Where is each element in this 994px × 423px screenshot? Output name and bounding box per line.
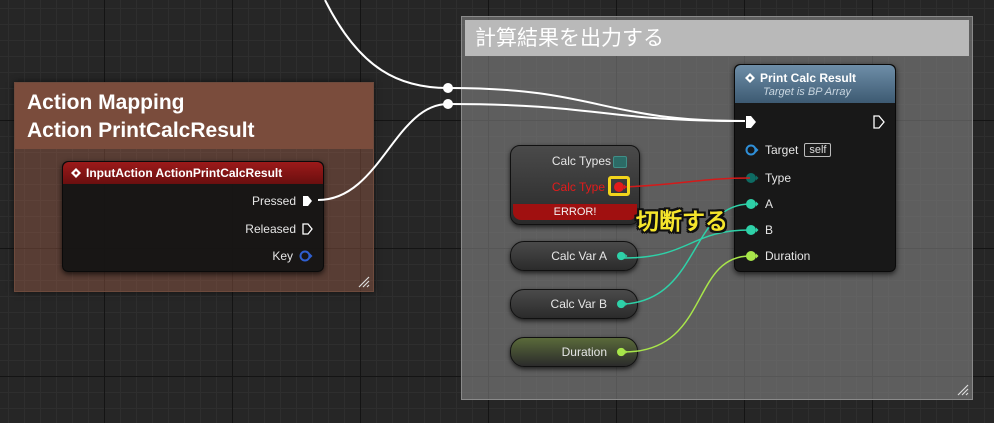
- exec-pin-empty-icon[interactable]: [302, 223, 313, 235]
- var-node-label: Duration: [561, 345, 607, 359]
- pin-type[interactable]: Type: [745, 171, 791, 185]
- calc-type-pin-label: Calc Type: [551, 180, 605, 194]
- int-pin-icon[interactable]: [615, 299, 629, 309]
- error-banner: ERROR!: [513, 204, 637, 220]
- int-pin-icon[interactable]: [745, 224, 759, 236]
- pin-a[interactable]: A: [745, 197, 773, 211]
- float-pin-icon[interactable]: [745, 250, 759, 262]
- print-node-title-label: Print Calc Result: [760, 70, 857, 85]
- print-node-title[interactable]: Print Calc Result Target is BP Array: [735, 65, 895, 103]
- input-action-node[interactable]: InputAction ActionPrintCalcResult Presse…: [62, 161, 324, 272]
- pin-target[interactable]: Target self: [745, 143, 832, 157]
- input-action-node-title[interactable]: InputAction ActionPrintCalcResult: [63, 162, 323, 184]
- exec-pin-filled-icon[interactable]: [302, 195, 313, 207]
- target-default-value[interactable]: self: [804, 143, 832, 157]
- var-node-duration[interactable]: Duration: [510, 337, 638, 367]
- print-node-subtitle: Target is BP Array: [763, 85, 852, 98]
- var-node-label: Calc Var B: [550, 297, 607, 311]
- resize-grip-icon[interactable]: [358, 276, 370, 288]
- struct-pin-icon[interactable]: [299, 250, 313, 262]
- pin-b[interactable]: B: [745, 223, 773, 237]
- reroute-knot-1[interactable]: [443, 83, 453, 93]
- exec-input-pin-icon[interactable]: [745, 115, 757, 129]
- event-diamond-icon: [71, 168, 81, 178]
- function-diamond-icon: [745, 72, 755, 83]
- enum-variable-icon: [613, 156, 627, 168]
- pin-b-label: B: [765, 223, 774, 237]
- comment-header[interactable]: 計算結果を出力する: [465, 20, 969, 56]
- pin-released[interactable]: Released: [245, 222, 313, 236]
- annotation-label: 切断する: [636, 209, 728, 235]
- int-pin-icon[interactable]: [745, 198, 759, 210]
- comment-header[interactable]: Action Mapping Action PrintCalcResult: [15, 83, 373, 149]
- pin-released-label: Released: [245, 222, 296, 236]
- comment-title-line1: Action Mapping: [27, 91, 185, 114]
- var-node-calc-var-b[interactable]: Calc Var B: [510, 289, 638, 319]
- highlight-box: [608, 176, 630, 196]
- var-node-calc-var-a[interactable]: Calc Var A: [510, 241, 638, 271]
- var-node-label: Calc Var A: [551, 249, 607, 263]
- int-pin-icon[interactable]: [615, 251, 629, 261]
- pin-duration-label: Duration: [765, 249, 811, 263]
- object-pin-icon[interactable]: [745, 144, 759, 156]
- float-pin-icon[interactable]: [615, 347, 629, 357]
- resize-grip-icon[interactable]: [957, 384, 969, 396]
- pin-type-label: Type: [765, 171, 792, 185]
- pin-key[interactable]: Key: [272, 249, 313, 263]
- comment-title-line2: Action PrintCalcResult: [27, 119, 255, 142]
- pin-pressed[interactable]: Pressed: [252, 194, 313, 208]
- pin-key-label: Key: [272, 249, 293, 263]
- calc-types-title: Calc Types: [551, 154, 611, 168]
- reroute-knot-2[interactable]: [443, 99, 453, 109]
- print-calc-result-node[interactable]: Print Calc Result Target is BP Array Tar…: [734, 64, 896, 272]
- pin-duration[interactable]: Duration: [745, 249, 810, 263]
- pin-a-label: A: [765, 197, 774, 211]
- enum-pin-icon[interactable]: [745, 172, 759, 184]
- exec-output-pin-icon[interactable]: [873, 115, 885, 129]
- exec-wire-top: [324, 0, 449, 89]
- pin-target-label: Target: [765, 143, 799, 157]
- input-action-title-label: InputAction ActionPrintCalcResult: [86, 166, 283, 180]
- pin-pressed-label: Pressed: [251, 194, 296, 208]
